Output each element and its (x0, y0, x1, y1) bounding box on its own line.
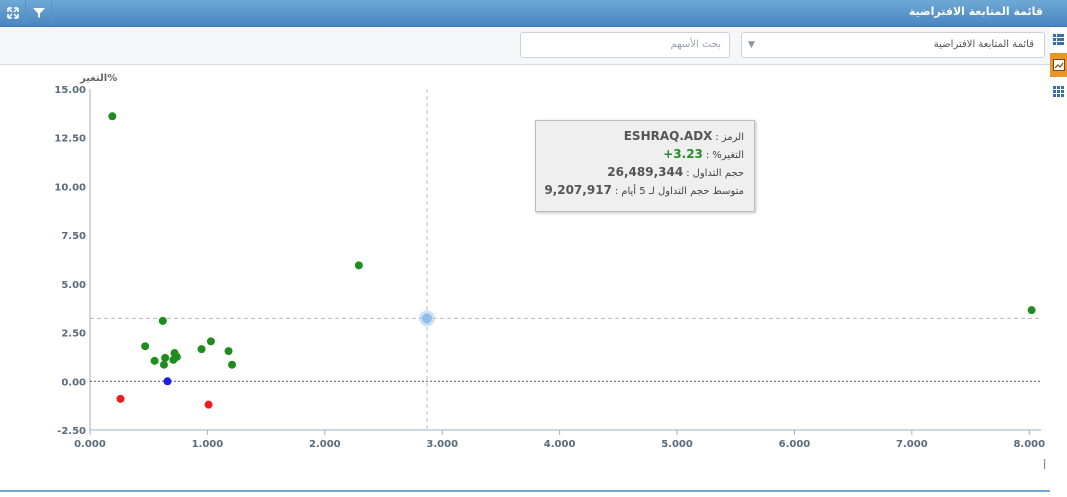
tooltip-avg-row: متوسط حجم التداول لـ 5 أيام:9,207,917 (544, 183, 744, 197)
x-tick-label: 3.000 (426, 439, 458, 450)
y-tick-label: 2.50 (61, 329, 86, 340)
highlight-point (421, 313, 432, 324)
data-point (206, 337, 215, 346)
data-point (141, 342, 150, 351)
y-axis-label: التغير% (79, 73, 117, 84)
tooltip-change-label: التغير% (712, 150, 744, 161)
y-tick-label: 15.00 (54, 85, 86, 96)
x-tick-label: 2.000 (309, 439, 341, 450)
chevron-down-icon: ▼ (748, 40, 755, 50)
tooltip-change-value: +3.23 (663, 147, 703, 161)
data-point (116, 394, 125, 403)
view-switcher (1050, 27, 1067, 493)
data-point (224, 347, 233, 356)
data-point (158, 316, 167, 325)
grid-icon (1053, 33, 1064, 45)
data-point (169, 355, 178, 364)
tooltip-volume-row: حجم التداول:26,489,344 (607, 165, 744, 179)
grid-view-button[interactable] (1050, 27, 1067, 51)
data-point (204, 400, 213, 409)
expand-button[interactable] (0, 0, 26, 26)
watchlist-value: قائمة المتابعة الافتراضية (933, 39, 1034, 50)
tooltip-avg-label: متوسط حجم التداول لـ 5 أيام (621, 186, 744, 197)
data-point (197, 345, 206, 354)
filter-icon (32, 8, 45, 18)
scatter-chart: التغير% أ 15.00 12.50 10.00 7.50 5.00 2.50 0.0… (0, 65, 1050, 493)
data-point (159, 360, 168, 369)
x-tick-label: 7.000 (896, 439, 928, 450)
data-point (354, 261, 363, 270)
x-tick-label: 1.000 (192, 439, 224, 450)
x-tick-label: 0.000 (74, 439, 106, 450)
search-placeholder: بحث الأسهم (670, 39, 721, 50)
y-tick-label: 7.50 (61, 231, 86, 242)
tooltip-volume-label: حجم التداول (692, 168, 744, 179)
expand-icon (6, 7, 19, 19)
x-tick-label: 4.000 (544, 439, 576, 450)
chart-icon (1052, 59, 1065, 71)
tooltip-symbol-value: ESHRAQ.ADX (623, 129, 713, 143)
tooltip-change-row: التغير%:+3.23 (663, 147, 744, 161)
tiles-view-button[interactable] (1050, 79, 1067, 103)
data-point (1027, 306, 1036, 315)
data-point (228, 360, 237, 369)
tiles-icon (1053, 85, 1064, 97)
scatter-chart-svg: التغير% أ 15.00 12.50 10.00 7.50 5.00 2.50 0.0… (54, 73, 1046, 472)
data-point (163, 377, 172, 386)
data-point (108, 112, 117, 121)
filter-button[interactable] (26, 0, 52, 26)
x-tick-label: 6.000 (779, 439, 811, 450)
toolbar: بحث الأسهم قائمة المتابعة الافتراضية ▼ (0, 27, 1050, 65)
data-point (161, 353, 170, 362)
search-input[interactable]: بحث الأسهم (520, 32, 730, 58)
window-title: قائمة المتابعة الافتراضية (908, 5, 1043, 18)
title-bar: قائمة المتابعة الافتراضية (0, 0, 1067, 27)
chart-view-button[interactable] (1050, 53, 1067, 77)
y-tick-label: 10.00 (54, 182, 86, 193)
x-tick-label: 5.000 (661, 439, 693, 450)
data-point (150, 356, 159, 365)
x-axis-label: أ (1043, 459, 1046, 472)
y-tick-label: -2.50 (57, 426, 86, 437)
bottom-border (0, 490, 1050, 492)
tooltip-symbol-label: الرمز (721, 132, 744, 143)
point-tooltip: الرمز:ESHRAQ.ADX التغير%:+3.23 حجم التدا… (535, 120, 755, 212)
tooltip-symbol-row: الرمز:ESHRAQ.ADX (623, 129, 744, 143)
tooltip-volume-value: 26,489,344 (607, 165, 684, 179)
x-tick-label: 8.000 (1013, 439, 1045, 450)
tooltip-avg-value: 9,207,917 (544, 183, 612, 197)
watchlist-select[interactable]: قائمة المتابعة الافتراضية ▼ (741, 32, 1045, 58)
y-tick-label: 12.50 (54, 134, 86, 145)
y-tick-label: 0.00 (61, 377, 86, 388)
y-tick-label: 5.00 (61, 280, 86, 291)
